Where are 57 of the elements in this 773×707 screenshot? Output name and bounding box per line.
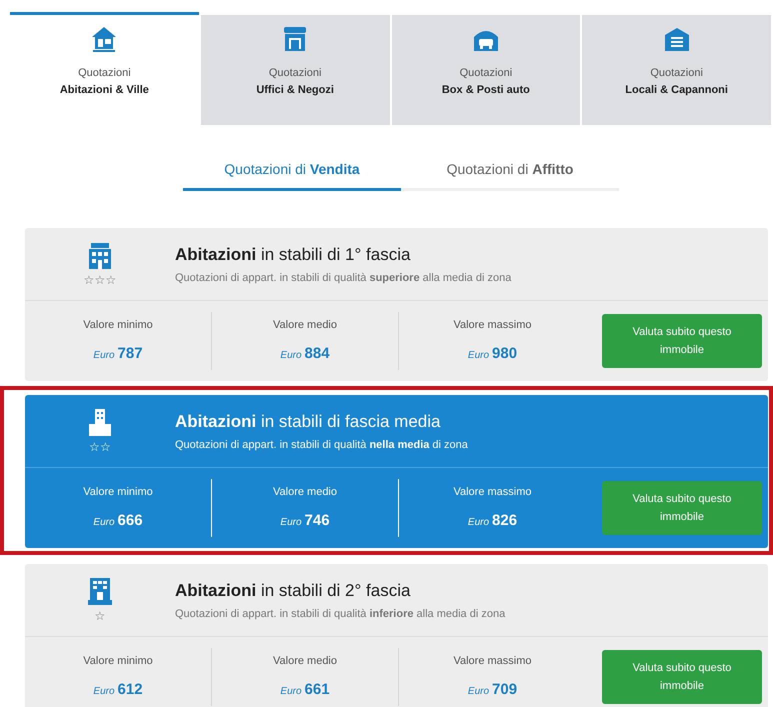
mode-tab[interactable]: Quotazioni di Vendita xyxy=(183,151,401,191)
value-label: Valore minimo xyxy=(83,484,153,500)
currency-label: Euro xyxy=(93,349,115,363)
currency-label: Euro xyxy=(280,349,302,363)
tab-caption: Quotazioni xyxy=(460,66,512,81)
price-value: 666 xyxy=(118,511,143,531)
price-value: 709 xyxy=(492,680,518,700)
price-value: 884 xyxy=(304,344,330,364)
tab-caption: Quotazioni xyxy=(78,66,131,81)
warehouse-icon xyxy=(662,25,691,53)
mode-tab[interactable]: Quotazioni di Affitto xyxy=(401,151,619,191)
currency-label: Euro xyxy=(280,685,302,699)
card-title: Abitazioni in stabili di 1° fascia xyxy=(175,244,412,266)
value-label: Valore medio xyxy=(273,484,337,500)
category-tab[interactable]: Quotazioni Box & Posti auto xyxy=(392,15,580,125)
currency-label: Euro xyxy=(280,516,302,530)
star-rating: ☆☆☆ xyxy=(84,273,116,287)
building-icon xyxy=(87,577,113,607)
value-label: Valore massimo xyxy=(453,484,532,500)
tab-caption: Quotazioni xyxy=(268,66,322,81)
card-subtitle: Quotazioni di appart. in stabili di qualità nella media di zona xyxy=(175,438,468,453)
currency-label: Euro xyxy=(468,349,490,363)
value-label: Valore massimo xyxy=(453,654,532,668)
price-value: 612 xyxy=(118,680,143,700)
card-subtitle: Quotazioni di appart. in stabili di qualità inferiore alla media di zona xyxy=(175,607,506,622)
star-rating: ☆ xyxy=(94,609,106,623)
tab-title: Uffici & Negozi xyxy=(256,82,334,98)
tab-caption: Quotazioni xyxy=(650,66,703,81)
value-label: Valore minimo xyxy=(83,318,153,332)
tower-icon xyxy=(87,408,113,438)
card-title: Abitazioni in stabili di 2° fascia xyxy=(175,580,412,602)
star-rating: ☆☆ xyxy=(89,440,111,454)
card-title: Abitazioni in stabili di fascia media xyxy=(175,410,442,432)
tab-title: Locali & Capannoni xyxy=(625,82,728,98)
category-tab[interactable]: Quotazioni Locali & Capannoni xyxy=(582,15,771,125)
value-label: Valore minimo xyxy=(83,654,153,668)
price-value: 980 xyxy=(492,344,518,364)
price-value: 826 xyxy=(492,511,518,531)
evaluate-button[interactable]: Valuta subito questo immobile xyxy=(602,481,762,535)
currency-label: Euro xyxy=(468,685,490,699)
house-icon xyxy=(90,25,118,53)
currency-label: Euro xyxy=(468,516,490,530)
tab-title: Abitazioni & Ville xyxy=(60,82,149,98)
value-label: Valore medio xyxy=(273,318,337,332)
value-label: Valore massimo xyxy=(453,318,532,332)
building-icon xyxy=(87,241,113,271)
value-label: Valore medio xyxy=(273,654,337,668)
price-value: 661 xyxy=(304,680,330,700)
currency-label: Euro xyxy=(93,685,115,699)
evaluate-button[interactable]: Valuta subito questo immobile xyxy=(602,650,762,704)
tab-title: Box & Posti auto xyxy=(442,82,530,98)
price-value: 746 xyxy=(304,511,330,531)
evaluate-button[interactable]: Valuta subito questo immobile xyxy=(602,314,762,368)
card-subtitle: Quotazioni di appart. in stabili di qualità superiore alla media di zona xyxy=(175,271,512,286)
currency-label: Euro xyxy=(93,516,115,530)
price-value: 787 xyxy=(118,344,143,364)
category-tab[interactable]: Quotazioni Uffici & Negozi xyxy=(200,15,390,125)
